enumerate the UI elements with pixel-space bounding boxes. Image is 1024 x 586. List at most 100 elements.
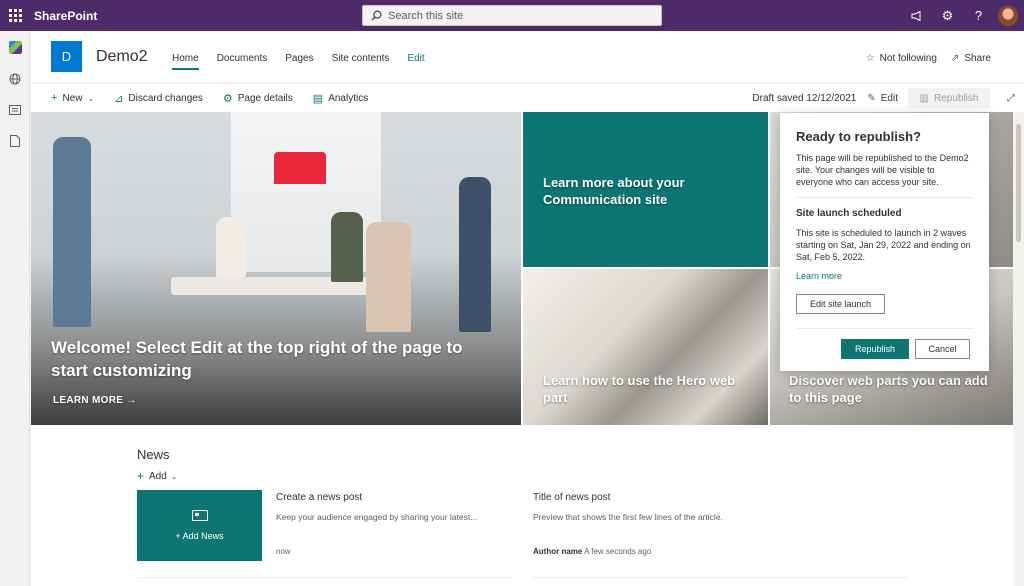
divider <box>796 197 973 198</box>
site-title[interactable]: Demo2 <box>96 48 148 66</box>
draft-status: Draft saved 12/12/2021 <box>752 92 857 104</box>
news-post-meta: Author name A few seconds ago <box>533 547 651 556</box>
republish-top-label: Republish <box>933 92 979 104</box>
add-news-tile[interactable]: + Add News <box>137 490 262 561</box>
news-post-title[interactable]: Title of news post <box>533 492 773 503</box>
hero-learn-more-label: LEARN MORE <box>53 395 124 406</box>
hero-tile-communication[interactable]: Learn more about your Communication site <box>523 112 768 267</box>
help-icon[interactable]: ? <box>963 0 994 31</box>
page-scrollbar[interactable] <box>1013 112 1024 586</box>
news-post[interactable]: Title of news post Preview that shows th… <box>533 492 773 562</box>
suite-bar: SharePoint Search this site ⚙ ? <box>0 0 1024 31</box>
gear-icon: ⚙ <box>222 92 233 105</box>
share-label: Share <box>964 53 991 64</box>
republish-button[interactable]: Republish <box>841 339 909 359</box>
nav-edit-link[interactable]: Edit <box>407 53 424 70</box>
megaphone-icon[interactable] <box>901 0 932 31</box>
news-post[interactable]: Create a news post Keep your audience en… <box>276 492 506 562</box>
news-section-title: News <box>137 447 170 462</box>
top-navigation: Home Documents Pages Site contents Edit <box>172 53 443 70</box>
divider <box>533 577 908 578</box>
news-add-label: Add <box>149 470 167 482</box>
new-label: New <box>62 92 83 104</box>
pencil-icon: ✎ <box>867 92 876 104</box>
gear-icon[interactable]: ⚙ <box>932 0 963 31</box>
page-content: News + Add ⌄ + Add News Create a news post… <box>31 425 1013 586</box>
news-icon <box>191 510 208 521</box>
document-icon[interactable] <box>0 125 30 156</box>
app-launcher-icon[interactable] <box>0 0 30 31</box>
chevron-down-icon: ⌄ <box>87 93 95 103</box>
news-post-author: Author name <box>533 547 583 556</box>
nav-home[interactable]: Home <box>172 53 199 70</box>
hero-tile-hero-label: Learn how to use the Hero web part <box>543 373 736 405</box>
learn-more-link[interactable]: Learn more <box>796 271 973 281</box>
divider <box>796 328 973 329</box>
analytics-icon: ▤ <box>312 92 324 105</box>
hero-learn-more-link[interactable]: LEARN MORE → <box>53 392 137 409</box>
person-image <box>366 222 411 332</box>
chevron-down-icon: ⌄ <box>170 471 178 481</box>
news-add-button[interactable]: + Add ⌄ <box>137 469 178 483</box>
globe-icon[interactable] <box>0 63 30 94</box>
plus-icon: + <box>175 531 183 541</box>
arrow-right-icon: → <box>126 395 137 406</box>
follow-label: Not following <box>879 53 937 64</box>
person-image <box>459 177 491 332</box>
divider <box>137 577 512 578</box>
sharepoint-home-icon[interactable] <box>0 32 30 63</box>
person-image <box>216 217 246 277</box>
news-post-time: now <box>276 547 291 556</box>
discard-label: Discard changes <box>128 92 203 104</box>
expand-icon[interactable]: ⤢ <box>998 93 1024 104</box>
nav-documents[interactable]: Documents <box>217 53 268 70</box>
panel-intro: This page will be republished to the Dem… <box>796 153 969 187</box>
app-name[interactable]: SharePoint <box>34 9 97 23</box>
add-news-label: Add News <box>182 531 224 541</box>
search-icon <box>371 10 382 21</box>
panel-section-text: This site is scheduled to launch in 2 wa… <box>796 228 971 262</box>
nav-pages[interactable]: Pages <box>285 53 313 70</box>
cancel-button[interactable]: Cancel <box>915 339 970 359</box>
news-icon[interactable] <box>0 94 30 125</box>
star-icon: ☆ <box>865 53 875 64</box>
hero-tile-communication-label: Learn more about your Communication site <box>543 175 685 207</box>
left-rail <box>0 31 30 586</box>
edit-label: Edit <box>880 92 898 104</box>
news-post-time: A few seconds ago <box>584 547 652 556</box>
news-post-description: Preview that shows the first few lines o… <box>533 512 723 522</box>
search-input[interactable]: Search this site <box>362 5 662 26</box>
panel-title: Ready to republish? <box>796 129 921 144</box>
analytics-label: Analytics <box>328 92 369 104</box>
site-header: D Demo2 Home Documents Pages Site conten… <box>31 31 1024 83</box>
hero-main-title[interactable]: Welcome! Select Edit at the top right of… <box>51 336 491 382</box>
nav-site-contents[interactable]: Site contents <box>332 53 390 70</box>
plus-icon: + <box>137 469 145 483</box>
site-logo[interactable]: D <box>51 41 82 72</box>
edit-button[interactable]: ✎ Edit <box>867 93 898 104</box>
edit-site-launch-button[interactable]: Edit site launch <box>796 294 885 314</box>
person-image <box>331 212 363 282</box>
news-post-description: Keep your audience engaged by sharing yo… <box>276 512 478 522</box>
panel-section-title: Site launch scheduled <box>796 208 902 219</box>
follow-button[interactable]: ☆ Not following <box>866 53 937 64</box>
page-details-button[interactable]: ⚙ Page details <box>223 92 293 105</box>
discard-changes-button[interactable]: ⊿ Discard changes <box>114 92 203 105</box>
discard-icon: ⊿ <box>114 92 124 105</box>
republish-top-button[interactable]: ▥ Republish <box>908 88 990 108</box>
republish-top-icon: ▥ <box>919 92 929 104</box>
person-image <box>53 137 91 327</box>
news-post-meta: now <box>276 547 291 556</box>
hero-tile-hero-web-part[interactable]: Learn how to use the Hero web part <box>523 269 768 425</box>
republish-panel: Ready to republish? This page will be re… <box>780 113 989 371</box>
share-icon: ⇗ <box>950 53 960 64</box>
analytics-button[interactable]: ▤ Analytics <box>313 92 368 105</box>
scrollbar-thumb[interactable] <box>1016 124 1021 242</box>
avatar[interactable] <box>998 5 1018 26</box>
share-button[interactable]: ⇗ Share <box>951 53 991 64</box>
news-post-title[interactable]: Create a news post <box>276 492 506 503</box>
hero-main-tile[interactable]: Welcome! Select Edit at the top right of… <box>31 112 521 425</box>
hero-tile-web-parts-label: Discover web parts you can add to this p… <box>789 373 988 405</box>
new-button[interactable]: + New ⌄ <box>51 92 94 104</box>
plus-icon: + <box>51 92 58 104</box>
